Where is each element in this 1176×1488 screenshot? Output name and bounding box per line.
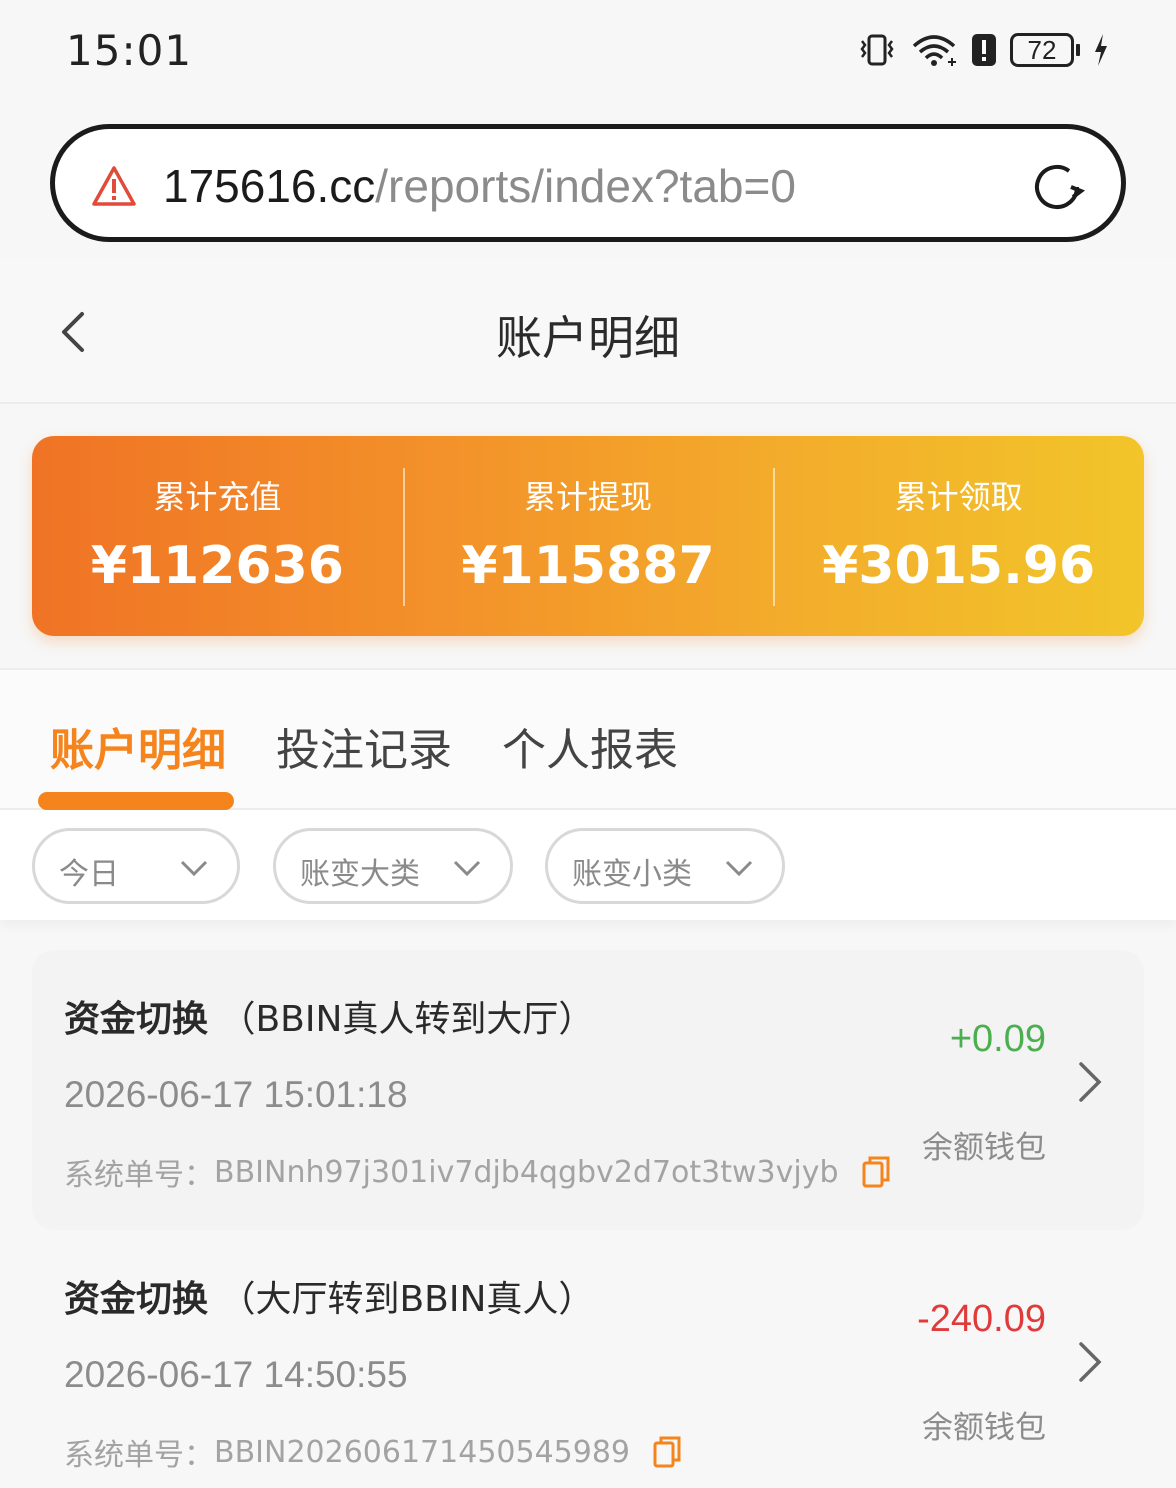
chevron-down-icon (725, 860, 753, 877)
summary-total-withdraw: 累计提现 ¥115887 (402, 436, 774, 636)
chevron-down-icon (453, 860, 481, 877)
battery-icon: 72 (1010, 33, 1080, 67)
record-amount: +0.09 (949, 1018, 1046, 1060)
chevron-right-icon[interactable] (1076, 1340, 1104, 1384)
summary-total-claimed: 累计领取 ¥3015.96 (773, 436, 1144, 636)
record-time: 2026-06-17 14:50:55 (64, 1354, 408, 1395)
charging-icon (1095, 34, 1107, 66)
summary-value: ¥112636 (90, 536, 344, 596)
record-order: 系统单号： BBIN202606171450545989 (64, 1430, 682, 1474)
reload-icon[interactable] (1027, 157, 1087, 217)
tab-bar: 账户明细 投注记录 个人报表 (0, 670, 1176, 810)
filter-category-dropdown[interactable]: 账变大类 (273, 828, 513, 904)
url-domain: 175616.cc (163, 160, 376, 212)
filter-bar: 今日 账变大类 账变小类 (0, 810, 1176, 920)
summary-card: 累计充值 ¥112636 累计提现 ¥115887 累计领取 ¥3015.96 (32, 436, 1144, 636)
copy-icon[interactable] (861, 1155, 891, 1189)
vibrate-icon (860, 34, 894, 66)
record-title-main: 资金切换 (64, 1279, 209, 1320)
tab-bet-records[interactable]: 投注记录 (276, 714, 452, 778)
record-title-main: 资金切换 (64, 999, 209, 1040)
copy-icon[interactable] (652, 1435, 682, 1469)
record-item[interactable]: 资金切换 （大厅转到BBIN真人） 2026-06-17 14:50:55 系统… (32, 1230, 1144, 1488)
alert-icon (972, 34, 996, 66)
record-order: 系统单号： BBINnh97j301iv7djb4qgbv2d7ot3tw3vj… (64, 1150, 891, 1194)
warning-triangle-icon[interactable] (91, 165, 137, 207)
record-time: 2026-06-17 15:01:18 (64, 1074, 408, 1115)
summary-value: ¥115887 (461, 536, 715, 596)
filter-label: 今日 (59, 857, 119, 892)
address-bar[interactable]: 175616.cc/reports/index?tab=0 (50, 124, 1126, 242)
page-title: 账户明细 (496, 311, 680, 365)
summary-value: ¥3015.96 (822, 536, 1096, 596)
tabs-area: 账户明细 投注记录 个人报表 今日 账变大类 账变小类 (0, 668, 1176, 920)
filter-label: 账变大类 (300, 857, 420, 892)
record-order-label: 系统单号： (64, 1158, 214, 1193)
filter-label: 账变小类 (572, 857, 692, 892)
url-text[interactable]: 175616.cc/reports/index?tab=0 (163, 159, 796, 213)
chevron-right-icon[interactable] (1076, 1060, 1104, 1104)
record-title-sub: （大厅转到BBIN真人） (219, 1279, 595, 1320)
record-item[interactable]: 资金切换 （BBIN真人转到大厅） 2026-06-17 15:01:18 系统… (32, 950, 1144, 1230)
page-header: 账户明细 (0, 258, 1176, 404)
filter-subcategory-dropdown[interactable]: 账变小类 (545, 828, 785, 904)
wifi-icon (912, 35, 956, 66)
record-title-sub: （BBIN真人转到大厅） (219, 999, 595, 1040)
status-icons: 72 (856, 28, 1110, 72)
record-wallet: 余额钱包 (922, 1410, 1046, 1446)
record-title: 资金切换 （BBIN真人转到大厅） (64, 990, 594, 1042)
record-wallet: 余额钱包 (922, 1130, 1046, 1166)
record-order-label: 系统单号： (64, 1438, 214, 1473)
status-bar: 15:01 72 (0, 0, 1176, 100)
status-time: 15:01 (66, 26, 193, 75)
battery-level: 72 (1010, 33, 1074, 67)
chevron-down-icon (180, 860, 208, 877)
url-path: /reports/index?tab=0 (375, 160, 796, 212)
tab-active-indicator (38, 792, 234, 810)
record-amount: -240.09 (917, 1298, 1046, 1340)
record-title: 资金切换 （大厅转到BBIN真人） (64, 1270, 594, 1322)
record-order-no: BBIN202606171450545989 (214, 1434, 631, 1470)
summary-label: 累计提现 (524, 478, 653, 516)
filter-date-dropdown[interactable]: 今日 (32, 828, 240, 904)
record-order-no: BBINnh97j301iv7djb4qgbv2d7ot3tw3vjyb (214, 1154, 839, 1190)
tab-account-details[interactable]: 账户明细 (50, 714, 226, 778)
summary-total-deposit: 累计充值 ¥112636 (32, 436, 403, 636)
summary-label: 累计充值 (153, 478, 282, 516)
tab-personal-report[interactable]: 个人报表 (502, 714, 678, 778)
summary-label: 累计领取 (894, 478, 1023, 516)
